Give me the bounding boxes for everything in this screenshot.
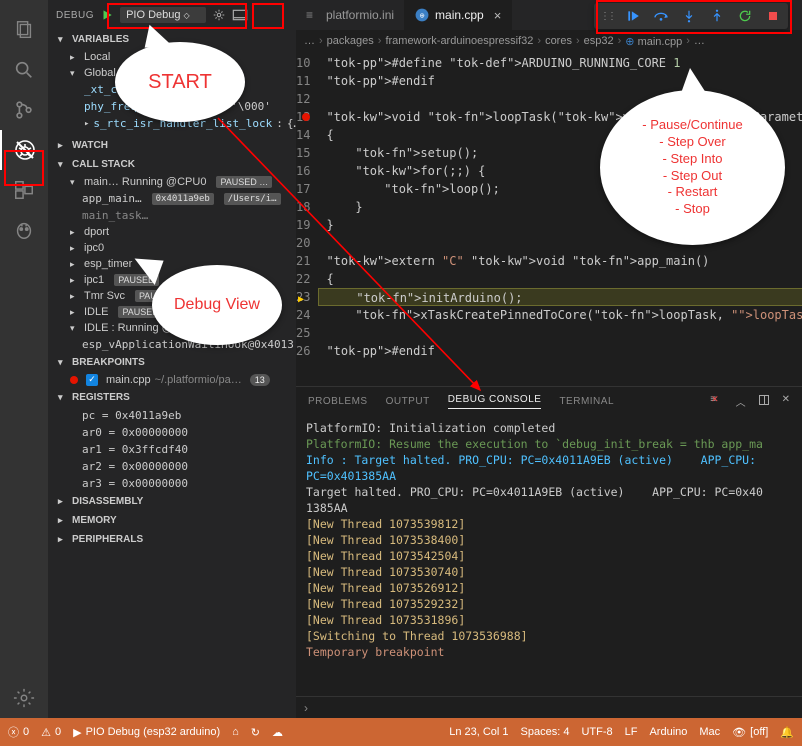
status-cursor[interactable]: Ln 23, Col 1 xyxy=(449,726,508,738)
status-launch-config[interactable]: ▶ PIO Debug (esp32 arduino) xyxy=(73,726,220,739)
step-into-button[interactable] xyxy=(680,7,698,25)
debug-top-bar: DEBUG PIO Debug ◇ xyxy=(48,0,296,30)
activity-platformio-icon[interactable] xyxy=(0,210,48,250)
panel-tab-output[interactable]: OUTPUT xyxy=(386,396,430,407)
stack-frame-row[interactable]: esp_vApplicationWaitiHook@0x4013 xyxy=(48,336,296,353)
editor-tab[interactable]: ⊕main.cpp× xyxy=(405,0,512,30)
peripherals-section-header[interactable]: ▸PERIPHERALS xyxy=(48,530,296,549)
debug-toolbar[interactable]: ⋮⋮ xyxy=(594,3,788,29)
disassembly-section-header[interactable]: ▸DISASSEMBLY xyxy=(48,492,296,511)
debug-console-toggle-icon[interactable] xyxy=(232,9,248,21)
panel-collapse-icon[interactable]: ︿ xyxy=(736,394,746,409)
activity-bar xyxy=(0,0,48,718)
debug-toolbar-grip-icon[interactable]: ⋮⋮ xyxy=(600,11,614,22)
stack-frame-row[interactable]: app_main…0x4011a9eb/Users/i… xyxy=(48,190,296,207)
panel-tab-problems[interactable]: PROBLEMS xyxy=(308,396,368,407)
breadcrumb-item[interactable]: packages xyxy=(327,35,374,47)
restart-button[interactable] xyxy=(736,7,754,25)
activity-extensions-icon[interactable] xyxy=(0,170,48,210)
status-language[interactable]: Arduino xyxy=(649,726,687,738)
panel-tab-debug-console[interactable]: DEBUG CONSOLE xyxy=(448,394,542,409)
panel-clear-icon[interactable]: ≡✕ xyxy=(710,394,723,409)
panel-maximize-icon[interactable] xyxy=(758,394,770,409)
watch-section-header[interactable]: ▸WATCH xyxy=(48,136,296,155)
breadcrumb-item[interactable]: framework-arduinoespressif32 xyxy=(385,35,533,47)
callout-debug-view: Debug View xyxy=(152,265,282,345)
thread-row[interactable]: ▾main… Running @CPU0PAUSED … xyxy=(48,174,296,190)
cpp-file-icon: ⊕ xyxy=(415,8,429,22)
register-row[interactable]: ar1 = 0x3ffcdf40 xyxy=(48,441,296,458)
svg-text:⊕: ⊕ xyxy=(419,12,424,19)
status-live[interactable]: 👁 [off] xyxy=(732,726,768,739)
breakpoint-row[interactable]: ✓main.cpp ~/.platformio/pa…13 xyxy=(48,372,296,388)
step-over-button[interactable] xyxy=(652,7,670,25)
breadcrumb-item[interactable]: ⊕ main.cpp xyxy=(625,35,682,48)
debug-console[interactable]: PlatformIO: Initialization completedPlat… xyxy=(296,416,802,696)
register-row[interactable]: ar2 = 0x00000000 xyxy=(48,458,296,475)
thread-row[interactable]: ▸ipc0 xyxy=(48,240,296,256)
breadcrumb[interactable]: …›packages›framework-arduinoespressif32›… xyxy=(296,30,802,52)
activity-debug-icon[interactable] xyxy=(0,130,48,170)
status-home-icon[interactable]: ⌂ xyxy=(232,726,239,738)
panel-tabs: PROBLEMS OUTPUT DEBUG CONSOLE TERMINAL ≡… xyxy=(296,386,802,416)
thread-row[interactable]: ▸esp_timer xyxy=(48,256,296,272)
stack-frame-row[interactable]: main_task… xyxy=(48,207,296,224)
activity-files-icon[interactable] xyxy=(0,10,48,50)
callstack-section-header[interactable]: ▾CALL STACK xyxy=(48,155,296,174)
panel-tab-terminal[interactable]: TERMINAL xyxy=(559,396,614,407)
status-warnings[interactable]: ⚠ 0 xyxy=(41,726,61,739)
debug-console-input[interactable]: › xyxy=(296,696,802,718)
close-icon[interactable]: × xyxy=(494,8,502,23)
panel-close-icon[interactable]: ✕ xyxy=(782,394,790,409)
breadcrumb-item[interactable]: … xyxy=(694,35,705,47)
status-cloud-icon[interactable]: ☁ xyxy=(272,726,283,739)
ini-file-icon: ≡ xyxy=(306,8,320,22)
status-errors[interactable]: ⓧ 0 xyxy=(8,724,29,740)
activity-search-icon[interactable] xyxy=(0,50,48,90)
editor-tab[interactable]: ≡platformio.ini xyxy=(296,0,405,30)
status-sync-icon[interactable]: ↻ xyxy=(251,726,260,739)
activity-scm-icon[interactable] xyxy=(0,90,48,130)
status-port[interactable]: Mac xyxy=(699,726,720,738)
callout-toolbar: - Pause/Continue- Step Over- Step Into- … xyxy=(600,90,785,245)
register-row[interactable]: pc = 0x4011a9eb xyxy=(48,407,296,424)
breakpoints-section-header[interactable]: ▾BREAKPOINTS xyxy=(48,353,296,372)
status-bar: ⓧ 0 ⚠ 0 ▶ PIO Debug (esp32 arduino) ⌂ ↻ … xyxy=(0,718,802,746)
debug-label: DEBUG xyxy=(56,10,94,21)
continue-button[interactable] xyxy=(624,7,642,25)
stop-button[interactable] xyxy=(764,7,782,25)
breadcrumb-item[interactable]: esp32 xyxy=(584,35,614,47)
registers-section-header[interactable]: ▾REGISTERS xyxy=(48,388,296,407)
step-out-button[interactable] xyxy=(708,7,726,25)
status-eol[interactable]: LF xyxy=(625,726,638,738)
callout-start: START xyxy=(115,42,245,122)
status-encoding[interactable]: UTF-8 xyxy=(581,726,612,738)
breadcrumb-item[interactable]: … xyxy=(304,35,315,47)
register-row[interactable]: ar3 = 0x00000000 xyxy=(48,475,296,492)
register-row[interactable]: ar0 = 0x00000000 xyxy=(48,424,296,441)
status-bell-icon[interactable]: 🔔 xyxy=(780,726,794,739)
thread-row[interactable]: ▸dport xyxy=(48,224,296,240)
status-spaces[interactable]: Spaces: 4 xyxy=(521,726,570,738)
breadcrumb-item[interactable]: cores xyxy=(545,35,572,47)
memory-section-header[interactable]: ▸MEMORY xyxy=(48,511,296,530)
start-debug-button[interactable] xyxy=(100,8,114,22)
debug-config-select[interactable]: PIO Debug ◇ xyxy=(120,7,206,23)
debug-settings-icon[interactable] xyxy=(212,8,226,22)
activity-settings-icon[interactable] xyxy=(0,678,48,718)
